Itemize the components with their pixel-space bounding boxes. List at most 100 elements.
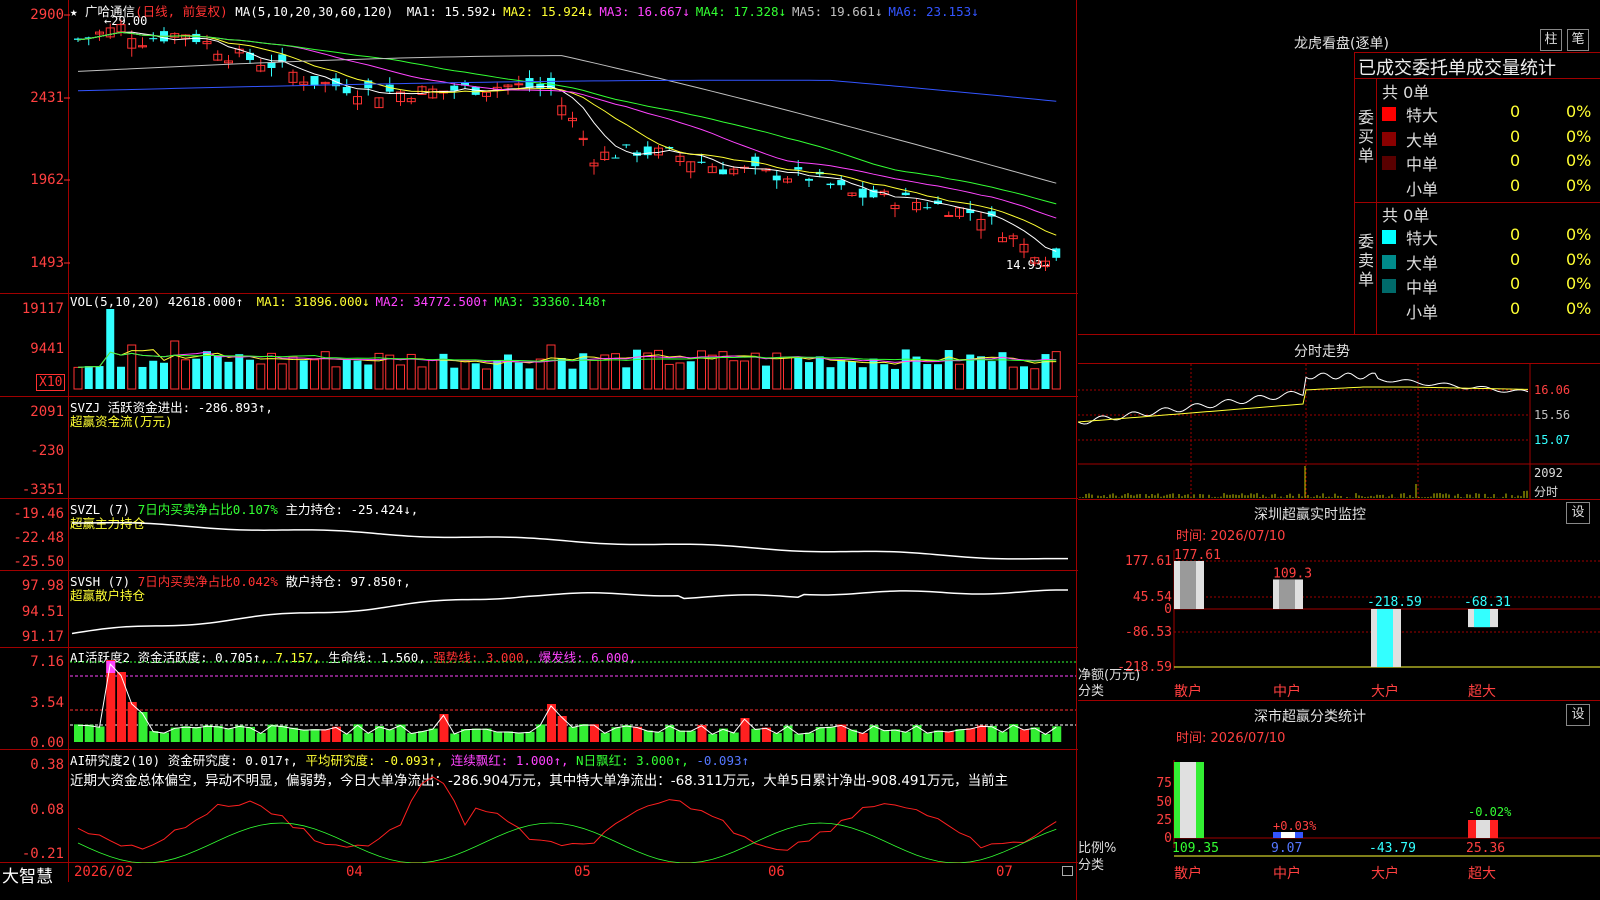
research-bar (998, 825, 1008, 827)
candle-body (514, 83, 524, 86)
retail-position-chart[interactable] (0, 571, 1078, 648)
volume-bar (525, 368, 534, 389)
research-bar (418, 825, 427, 831)
volume-bar (149, 360, 158, 389)
activity-bar (676, 730, 685, 742)
research-bar (708, 825, 718, 834)
research-bar (676, 820, 685, 825)
main-force-position-chart[interactable] (0, 499, 1078, 571)
sell-name-0: 特大 (1406, 229, 1439, 248)
candle-body (772, 175, 781, 181)
volume-bar (686, 361, 695, 389)
research-bar (880, 825, 890, 833)
activity-bar (138, 712, 148, 742)
sell-swatch-2 (1382, 279, 1396, 293)
money-flow-bar (894, 450, 897, 452)
volume-bar (546, 344, 556, 390)
volume-bar (504, 354, 512, 389)
classify-bar-label-3: -0.02% (1468, 805, 1512, 819)
classify-value-3: 25.36 (1466, 841, 1505, 856)
money-flow-bar (926, 451, 931, 455)
research-bar (364, 825, 374, 827)
intraday-title: 分时走势 (1294, 344, 1350, 360)
research-bar (643, 825, 653, 827)
money-flow-chart[interactable] (0, 397, 1078, 499)
volume-chart[interactable] (0, 294, 1078, 396)
activity-bar (525, 731, 535, 742)
research-bar (461, 825, 470, 832)
volume-bar (579, 353, 588, 389)
classify-bar-chart[interactable]: 75 50 25 0109.35 散户 +0.03% 9.07 中户 -43.79 大户 -0.02… (1078, 700, 1600, 900)
volume-bar (977, 356, 985, 389)
monitor-y-label-0: 177.61 (1125, 554, 1172, 569)
money-flow-bar (786, 447, 790, 451)
activity-bar (450, 733, 460, 742)
research-bar (450, 825, 460, 835)
lhb-title: 龙虎看盘(逐单) (1294, 36, 1389, 52)
sell-value-2: 0 (1510, 274, 1521, 293)
research-bar (504, 825, 513, 829)
research-bar (805, 825, 814, 833)
money-flow-bar (507, 448, 510, 451)
volume-bar (955, 363, 964, 390)
money-flow-bar (657, 451, 662, 456)
activity-bar (407, 733, 417, 742)
lock-icon[interactable] (1062, 866, 1073, 876)
activity-bar (213, 726, 223, 742)
money-flow-bar (990, 448, 994, 451)
volume-bar (1008, 366, 1018, 390)
research-bar (762, 820, 771, 825)
money-flow-bar (130, 451, 135, 459)
ma-line-1 (77, 31, 1057, 252)
volume-bar (762, 365, 770, 389)
classify-axis-category: 分类 (1078, 858, 1104, 873)
money-flow-bar (98, 451, 103, 459)
money-flow-bar (313, 451, 318, 454)
monitor-bar-chart[interactable]: 177.6145.540-86.53-218.59177.61散户109.3中户… (1078, 500, 1600, 700)
ma-line-4 (77, 31, 1057, 205)
ai-activity-chart[interactable] (0, 647, 1078, 750)
buy-swatch-3 (1382, 180, 1396, 195)
money-flow-bar (141, 451, 146, 463)
research-bar (321, 825, 331, 827)
volume-bar (815, 356, 824, 389)
money-flow-bar (829, 451, 834, 456)
monitor-bar-inner-2 (1377, 609, 1393, 667)
volume-bar (160, 362, 168, 389)
buy-name-3: 小单 (1406, 179, 1439, 199)
ai-research-chart[interactable] (0, 750, 1078, 863)
activity-bar (181, 726, 191, 742)
activity-peak-marker (106, 661, 116, 673)
ma-line-5 (77, 55, 1057, 184)
ma-line-6 (77, 79, 1057, 102)
classify-bar-label-1: +0.03% (1273, 819, 1317, 833)
volume-bar (256, 363, 266, 390)
volume-bar (664, 363, 674, 390)
money-flow-bar (539, 451, 544, 455)
classify-y-label-3: 0 (1164, 831, 1172, 846)
candle-body (267, 62, 276, 68)
money-flow-bar (173, 451, 178, 483)
tick-view-button[interactable]: 笔 (1567, 29, 1589, 51)
volume-bar (750, 352, 760, 390)
money-flow-bar (722, 451, 726, 457)
money-flow-bar (249, 450, 252, 452)
research-bar (815, 825, 825, 827)
money-flow-bar (184, 451, 189, 482)
sell-pct-2: 0% (1566, 274, 1592, 293)
volume-bar (331, 366, 341, 390)
right-panel: 龙虎看盘(逐单) 柱 笔 已成交委托单成交量统计 委买单 委卖单 共 0单 特大… (1078, 0, 1600, 900)
research-bar (138, 825, 148, 833)
volume-bar (891, 368, 899, 389)
volume-bar (417, 366, 427, 390)
intraday-chart[interactable] (1078, 364, 1600, 500)
candle-body (826, 183, 835, 186)
column-view-button[interactable]: 柱 (1540, 29, 1562, 51)
candlestick-chart[interactable] (0, 0, 1078, 293)
money-flow-bar (668, 451, 673, 456)
volume-bar (675, 362, 685, 390)
activity-bar (977, 725, 986, 742)
research-bar (353, 819, 363, 825)
main-chart-area[interactable]: ★ 广哈通信(日线, 前复权) MA(5,10,20,30,60,120) MA… (0, 0, 1078, 900)
candle-body (944, 214, 954, 217)
